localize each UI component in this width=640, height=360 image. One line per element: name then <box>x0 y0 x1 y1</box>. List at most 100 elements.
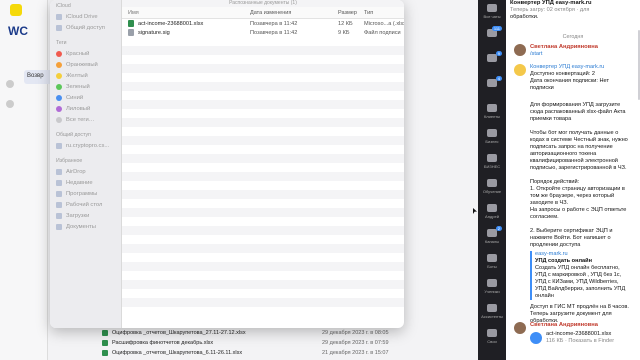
bot-status-line: Доступно конвертаций: 2 <box>530 71 595 77</box>
sidebar-tag-label: Оранжевый <box>66 61 98 68</box>
finder-file-pane: Распознанные документы (1) Имя Дата изме… <box>122 0 404 328</box>
message-author[interactable]: Светлана Андрияновна <box>530 44 638 51</box>
instructions-message: Для формирования УПД загрузите сюда распа… <box>530 102 638 325</box>
bot-name[interactable]: Конвертер УПД easy-mark.ru <box>530 64 638 71</box>
file-attachment[interactable]: act-income-23688001.xlsx 116 КБ · Показа… <box>530 331 638 345</box>
rail-folder[interactable]: Ученики <box>480 279 504 294</box>
background-file-row[interactable]: Расшифровка финотчетов декабрь.xlsx 29 де… <box>102 338 402 348</box>
sidebar-tag-item[interactable]: Зеленый <box>50 81 121 92</box>
unread-badge: 2 <box>495 226 502 231</box>
empty-row <box>122 154 404 163</box>
tag-color-icon <box>56 61 62 68</box>
rail-label: Обучение <box>482 189 502 194</box>
empty-rows <box>122 46 404 307</box>
rail-folder[interactable]: 111 <box>480 26 504 39</box>
rail-folder[interactable]: Обучение <box>480 179 504 194</box>
column-name[interactable]: Имя <box>122 10 250 16</box>
sidebar-favorite-label: Программы <box>66 190 98 197</box>
column-header-row: Имя Дата изменения Размер Тип <box>122 7 404 19</box>
rail-label: БИЗНЕС <box>483 164 501 169</box>
chat-header: Конвертер УПД easy-mark.ru Теперь загру:… <box>510 0 638 21</box>
rail-label: Ученики <box>484 289 500 294</box>
tag-color-icon <box>56 105 62 112</box>
folder-icon <box>487 179 497 187</box>
instruction-line: приемки товара <box>530 116 572 122</box>
folder-icon <box>487 79 497 87</box>
rail-folder[interactable]: Ассистенты <box>480 304 504 319</box>
instruction-line: Для формирования УПД загрузите <box>530 102 621 108</box>
sidebar-item-shared-folder[interactable]: ru.cryptopro.cs... <box>50 140 121 151</box>
file-row[interactable]: act-income-23688001.xlsx Позавчера в 11:4… <box>122 19 404 28</box>
folder-icon <box>56 142 62 149</box>
sidebar-favorite-item[interactable]: Программы <box>50 188 121 199</box>
sidebar-header-shared: Общий доступ <box>56 132 91 138</box>
bot-status-line: Дата окончания подписки: Нет <box>530 78 610 84</box>
rail-folder[interactable]: Андрей <box>480 204 504 219</box>
link-preview-card[interactable]: easy-mark.ru УПД создать онлайн Создать … <box>530 251 638 300</box>
file-date: Позавчера в 11:42 <box>250 20 298 27</box>
folder-icon <box>487 154 497 162</box>
sidebar-favorite-label: AirDrop <box>66 168 86 175</box>
access-line: Теперь загрузите документ для <box>530 311 612 317</box>
instruction-line: кодах в системе Честный знак, нужно <box>530 137 628 143</box>
excel-file-icon <box>102 330 108 336</box>
sidebar-favorite-item[interactable]: AirDrop <box>50 166 121 177</box>
instruction-line: Порядок действий: <box>530 179 580 185</box>
avatar[interactable] <box>514 322 526 334</box>
sidebar-favorites: AirDrop Недавние Программы Рабочий стол Загр… <box>50 166 121 232</box>
folder-icon <box>487 254 497 262</box>
folder-icon <box>56 201 62 208</box>
rail-folder[interactable]: Клиенты <box>480 104 504 119</box>
sidebar-favorite-item[interactable]: Документы <box>50 221 121 232</box>
rail-folder[interactable]: Боты <box>480 254 504 269</box>
sidebar-tag-item[interactable]: Лиловый <box>50 103 121 114</box>
rail-folder[interactable]: 9 <box>480 51 504 64</box>
card-line: онлайн <box>535 293 554 299</box>
empty-row <box>122 82 404 91</box>
card-site[interactable]: easy-mark.ru <box>535 251 638 258</box>
file-name-cell: signature.sig <box>122 29 250 36</box>
column-kind[interactable]: Тип <box>364 10 404 16</box>
column-date[interactable]: Дата изменения <box>250 10 338 16</box>
instruction-line <box>530 221 638 228</box>
tag-color-icon <box>56 94 62 101</box>
rail-label: Клиенты <box>483 114 501 119</box>
start-command-link[interactable]: /start <box>530 51 638 58</box>
background-file-row[interactable]: Оцифровка _отчетов_Шкарупетова_27.11-27.… <box>102 328 402 338</box>
sidebar-favorite-item[interactable]: Недавние <box>50 177 121 188</box>
sidebar-item-shared[interactable]: Общий доступ <box>50 22 121 33</box>
sidebar-favorite-item[interactable]: Загрузки <box>50 210 121 221</box>
rail-folder[interactable]: 4 <box>480 76 504 89</box>
chat-title[interactable]: Конвертер УПД easy-mark.ru <box>510 0 638 7</box>
sidebar-tag-item[interactable]: Синий <box>50 92 121 103</box>
instruction-line: подписать запрос на получение <box>530 144 613 150</box>
background-file-row[interactable]: Оцифровка _отчетов_Шкарупетова_6.11-26.1… <box>102 348 402 358</box>
folder-icon <box>487 4 497 12</box>
instruction-line: 2. Выберите сертификат ЭЦП и <box>530 228 613 234</box>
tag-color-icon <box>56 116 62 123</box>
column-size[interactable]: Размер <box>338 10 364 16</box>
card-line: УПД Вайлдберриз, заполнить УПД <box>535 286 626 292</box>
folder-icon <box>487 204 497 212</box>
bot-message: Конвертер УПД easy-mark.ru Доступно конв… <box>530 64 638 92</box>
rail-folder[interactable]: Каналы 2 <box>480 226 504 244</box>
rail-folder[interactable]: Все чаты <box>480 4 504 19</box>
sidebar-item-icloud-drive[interactable]: iCloud Drive <box>50 11 121 22</box>
file-row[interactable]: signature.sig Позавчера в 11:42 9 КБ Файл п… <box>122 28 404 37</box>
bot-status-lines: Доступно конвертаций: 2 Дата окончания по… <box>530 71 638 92</box>
file-icon <box>128 29 134 36</box>
rail-folder[interactable]: Свои <box>480 329 504 344</box>
message-author[interactable]: Светлана Андрияновна <box>530 322 638 329</box>
sidebar-header-icloud: iCloud <box>56 3 71 9</box>
sidebar-tag-item[interactable]: Желтый <box>50 70 121 81</box>
attachment-meta[interactable]: 116 КБ · Показать в Finder <box>546 338 614 345</box>
sidebar-tag-item[interactable]: Все теги… <box>50 114 121 125</box>
avatar[interactable] <box>514 44 526 56</box>
sidebar-favorite-item[interactable]: Рабочий стол <box>50 199 121 210</box>
rail-folder[interactable]: Бизнес <box>480 129 504 144</box>
folder-shared-icon <box>56 24 62 31</box>
sidebar-tag-item[interactable]: Оранжевый <box>50 59 121 70</box>
sidebar-tag-item[interactable]: Красный <box>50 48 121 59</box>
bot-avatar[interactable] <box>514 64 526 76</box>
rail-folder[interactable]: БИЗНЕС <box>480 154 504 169</box>
